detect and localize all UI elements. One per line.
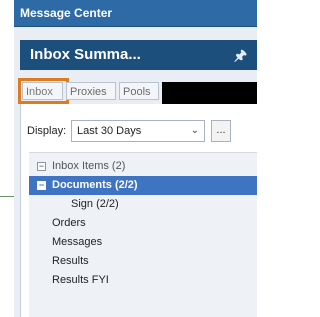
display-filter-value: Last 30 Days — [77, 125, 142, 137]
tree-item-results-fyi[interactable]: Results FYI — [29, 271, 257, 290]
display-label: Display: — [27, 125, 67, 137]
tree-item-orders[interactable]: Orders — [29, 214, 257, 233]
tree-group-label: Inbox Items (2) — [52, 160, 126, 172]
window-title: Message Center — [14, 0, 257, 27]
tree-item-label: Orders — [52, 217, 86, 229]
inbox-summary-header: Inbox Summa... 🖈 — [20, 40, 257, 70]
tree-item-messages[interactable]: Messages — [29, 233, 257, 252]
tree-item-results[interactable]: Results — [29, 252, 257, 271]
tree-item-label: Messages — [52, 236, 103, 248]
tree-item-label: Results — [52, 255, 89, 267]
display-filter-select[interactable]: Last 30 Days ⌄ — [71, 120, 205, 142]
tree-item-documents[interactable]: − Documents (2/2) — [29, 176, 257, 195]
collapse-icon[interactable]: − — [37, 181, 46, 190]
message-center-panel: Message Center Inbox Summa... 🖈 Inbox Pr… — [14, 0, 257, 317]
tree-item-label: Sign (2/2) — [71, 198, 119, 210]
tab-pools[interactable]: Pools — [119, 82, 159, 100]
chevron-down-icon: ⌄ — [190, 125, 199, 136]
pin-icon[interactable]: 🖈 — [234, 40, 247, 70]
more-options-button[interactable]: ... — [211, 120, 231, 142]
inbox-tree: − Inbox Items (2) − Documents (2/2) Sign… — [29, 152, 257, 317]
tab-bar: Inbox Proxies Pools — [18, 78, 257, 104]
tab-proxies[interactable]: Proxies — [66, 82, 116, 100]
tree-item-label: Documents (2/2) — [52, 179, 138, 191]
tab-inbox[interactable]: Inbox — [22, 82, 63, 100]
tree-group-inbox-items[interactable]: − Inbox Items (2) — [29, 157, 257, 176]
tree-item-sign[interactable]: Sign (2/2) — [29, 195, 257, 214]
pane-title: Inbox Summa... — [30, 46, 141, 63]
redacted-area — [162, 82, 257, 104]
tree-item-label: Results FYI — [52, 274, 109, 286]
inbox-content: Display: Last 30 Days ⌄ ... − Inbox Item… — [20, 104, 257, 317]
collapse-icon[interactable]: − — [37, 162, 46, 171]
